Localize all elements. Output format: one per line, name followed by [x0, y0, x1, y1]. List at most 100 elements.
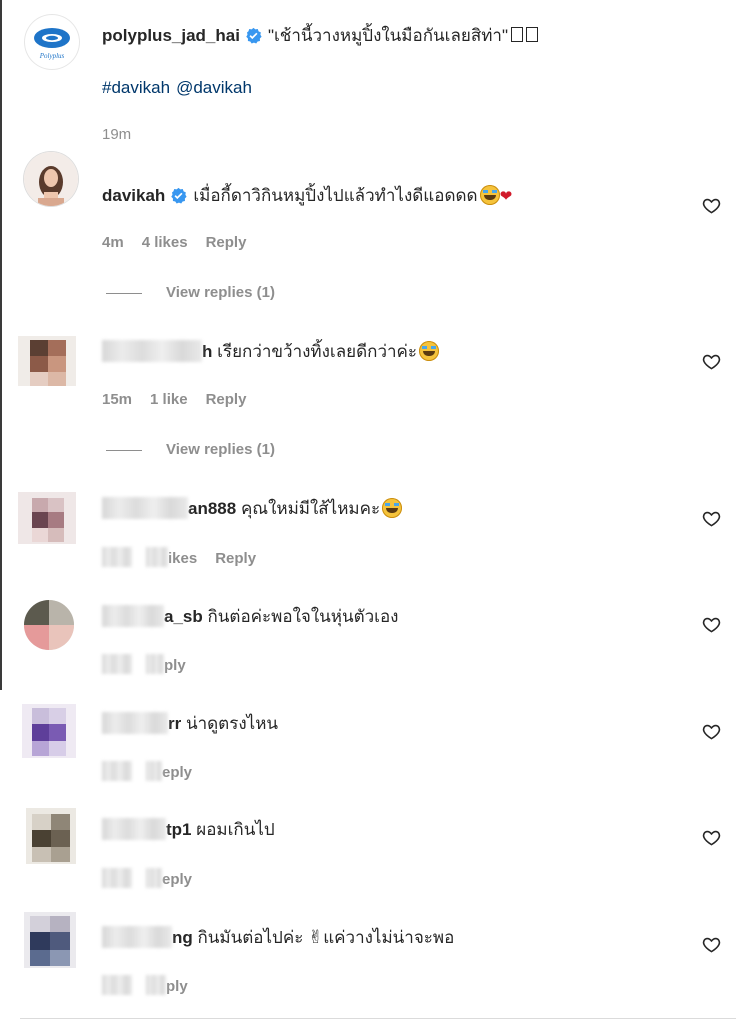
pixelated-avatar	[18, 336, 76, 386]
blurred-time	[102, 761, 132, 781]
reply-button[interactable]: Reply	[215, 550, 256, 567]
davikah-photo	[24, 152, 78, 206]
blurred-time	[102, 975, 132, 995]
polyplus-avatar[interactable]: Polyplus	[24, 14, 80, 70]
replies-divider	[106, 292, 142, 294]
comment-username[interactable]: ng	[172, 928, 193, 947]
blurred-username	[102, 712, 168, 734]
caption-timestamp[interactable]: 19m	[102, 126, 131, 143]
pixelated-avatar	[22, 704, 76, 758]
replies-divider	[106, 449, 142, 451]
reply-button[interactable]: Reply	[206, 234, 247, 251]
blurred-likes	[146, 547, 168, 567]
like-count[interactable]: 1 like	[150, 391, 188, 408]
comment-meta: ply	[102, 975, 206, 995]
comment-text: กินต่อค่ะพอใจในหุ่นตัวเอง	[207, 607, 399, 626]
left-border	[0, 0, 2, 690]
avatar[interactable]	[18, 492, 76, 544]
comment-meta: ply	[102, 654, 204, 674]
like-count[interactable]: ikes	[168, 550, 197, 567]
caption-line: polyplus_jad_hai "เช้านี้วางหมูปิ้งในมือก…	[102, 24, 538, 48]
grinning-sweat-emoji	[479, 185, 500, 205]
comment-text: คุณใหม่มีใส้ไหมคะ	[240, 499, 381, 518]
blurred-reply	[146, 868, 162, 888]
comment-text: ผอมเกินไป	[196, 820, 275, 839]
grinning-sweat-emoji	[382, 498, 403, 518]
polyplus-logo: Polyplus	[34, 28, 70, 60]
comment-username[interactable]: a_sb	[164, 607, 203, 626]
comment-username[interactable]: rr	[168, 714, 181, 733]
comment-meta: 4m 4 likes Reply	[102, 234, 264, 251]
comment-text: กินมันต่อไปค่ะ	[197, 928, 304, 947]
comment-meta: eply	[102, 868, 210, 888]
hashtag-link[interactable]: #davikah	[102, 78, 170, 97]
caption-text: "เช้านี้วางหมูปิ้งในมือกันเลยสิท่า"	[267, 26, 508, 45]
mention-link[interactable]: @davikah	[176, 78, 252, 97]
verified-badge-icon	[246, 27, 262, 44]
blurred-reply	[146, 654, 164, 674]
comment-line: a_sb กินต่อค่ะพอใจในหุ่นตัวเอง	[102, 605, 399, 629]
blurred-username	[102, 818, 166, 840]
comment-username[interactable]: an888	[188, 499, 236, 518]
reply-button[interactable]: Reply	[206, 391, 247, 408]
view-replies-button[interactable]: View replies (1)	[106, 441, 275, 458]
comment-line: h เรียกว่าขว้างทิ้งเลยดีกว่าค่ะ	[102, 340, 440, 364]
view-replies-label: View replies (1)	[166, 284, 275, 301]
avatar[interactable]	[24, 912, 76, 968]
pixelated-avatar	[24, 600, 74, 650]
blurred-time	[102, 547, 132, 567]
reply-button[interactable]: ply	[164, 657, 186, 674]
heart-icon[interactable]	[702, 722, 721, 741]
comment-line: tp1 ผอมเกินไป	[102, 818, 275, 842]
comment-time[interactable]: 15m	[102, 391, 132, 408]
bottom-divider	[20, 1018, 736, 1019]
red-heart-emoji: ❤	[499, 188, 513, 205]
blurred-reply	[146, 975, 166, 995]
blurred-time	[102, 868, 132, 888]
comment-line: ng กินมันต่อไปค่ะ ✌แค่วางไม่น่าจะพอ	[102, 925, 454, 950]
comment-text: เรียกว่าขว้างทิ้งเลยดีกว่าค่ะ	[217, 342, 418, 361]
reply-button[interactable]: eply	[162, 764, 192, 781]
avatar[interactable]	[22, 704, 76, 758]
missing-glyph-icon	[526, 27, 538, 42]
heart-icon[interactable]	[702, 509, 721, 528]
reply-button[interactable]: eply	[162, 871, 192, 888]
reply-button[interactable]: ply	[166, 978, 188, 995]
pixelated-avatar	[24, 912, 76, 968]
comment-line: davikah เมื่อกี้ดาวิกินหมูปิ้งไปแล้วทำไงด…	[102, 184, 512, 209]
comment-username[interactable]: h	[202, 342, 212, 361]
comment-line: rr น่าดูตรงไหน	[102, 712, 278, 736]
heart-icon[interactable]	[702, 352, 721, 371]
comment-meta: ikes Reply	[102, 547, 274, 567]
comment-text: เมื่อกี้ดาวิกินหมูปิ้งไปแล้วทำไงดีแอดดด	[193, 186, 478, 205]
heart-icon[interactable]	[702, 828, 721, 847]
victory-hand-emoji: ✌	[308, 927, 324, 947]
blurred-username	[102, 497, 188, 519]
comment-text-continued: แค่วางไม่น่าจะพอ	[323, 928, 455, 947]
grinning-sweat-emoji	[419, 341, 440, 361]
pixelated-avatar	[26, 808, 76, 864]
comment-username[interactable]: davikah	[102, 186, 165, 205]
like-count[interactable]: 4 likes	[142, 234, 188, 251]
pixelated-avatar	[18, 492, 76, 544]
comment-username[interactable]: tp1	[166, 820, 192, 839]
blurred-reply	[146, 761, 162, 781]
verified-badge-icon	[171, 187, 187, 204]
view-replies-button[interactable]: View replies (1)	[106, 284, 275, 301]
caption-username[interactable]: polyplus_jad_hai	[102, 26, 240, 45]
comment-meta: 15m 1 like Reply	[102, 391, 264, 408]
heart-icon[interactable]	[702, 935, 721, 954]
avatar[interactable]	[18, 336, 76, 386]
blurred-username	[102, 605, 164, 627]
heart-icon[interactable]	[702, 196, 721, 215]
comment-time[interactable]: 4m	[102, 234, 124, 251]
comment-line: an888 คุณใหม่มีใส้ไหมคะ	[102, 497, 403, 521]
comment-meta: eply	[102, 761, 210, 781]
missing-glyph-icon	[511, 27, 523, 42]
caption-tags: #davikah @davikah	[102, 78, 258, 98]
avatar[interactable]	[24, 600, 74, 650]
avatar[interactable]	[24, 152, 78, 206]
heart-icon[interactable]	[702, 615, 721, 634]
avatar[interactable]	[26, 808, 76, 864]
blurred-time	[102, 654, 132, 674]
